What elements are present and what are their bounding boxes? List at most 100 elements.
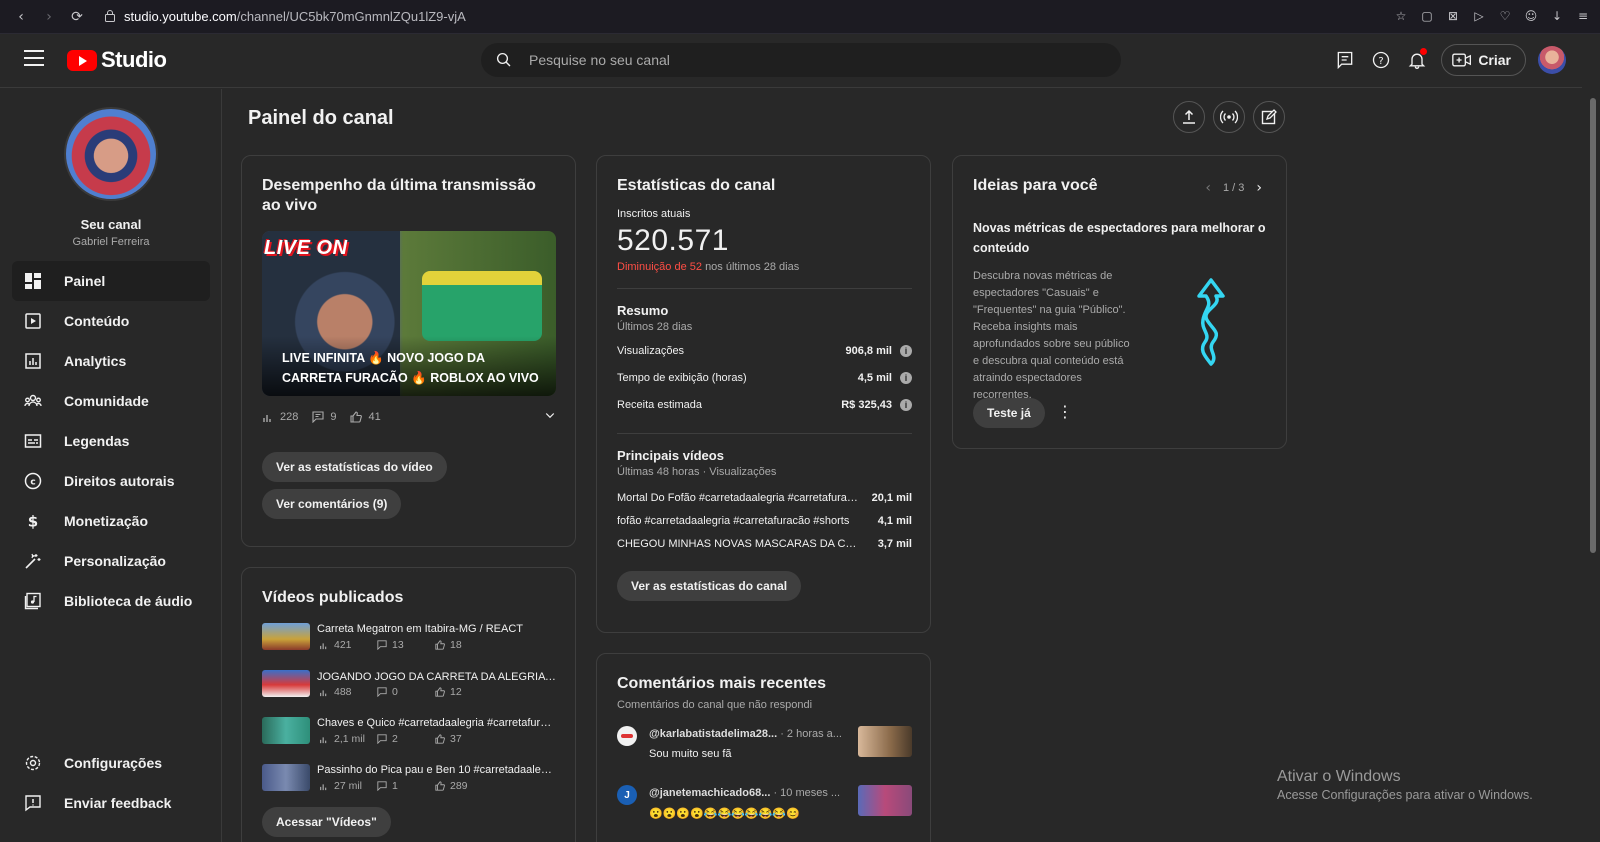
comment-text: Sou muito seu fã <box>649 748 732 760</box>
scrollbar-thumb[interactable] <box>1590 98 1596 553</box>
try-now-button[interactable]: Teste já <box>973 398 1045 428</box>
video-item[interactable]: JOGANDO JOGO DA CARRETA DA ALEGRIA 🔥 ROB… <box>262 670 562 700</box>
bookmark-icon[interactable]: ☆ <box>1392 7 1410 25</box>
notifications-icon[interactable] <box>1405 48 1429 72</box>
sidebar-item-label: Legendas <box>64 433 130 449</box>
sidebar-item-monetizacao[interactable]: $ Monetização <box>12 501 210 541</box>
sidebar-item-configuracoes[interactable]: Configurações <box>12 743 210 783</box>
video-thumbnail <box>262 717 310 744</box>
views-count: 421 <box>334 639 352 651</box>
channel-avatar[interactable] <box>64 107 158 201</box>
likes-stat: 37 <box>435 733 462 745</box>
views-count: 2,1 mil <box>334 733 365 745</box>
page-scrollbar[interactable] <box>1582 88 1600 842</box>
live-thumbnail[interactable]: LIVE ON LIVE INFINITA 🔥 NOVO JOGO DA CAR… <box>262 231 556 396</box>
comment-video-thumbnail <box>858 785 912 816</box>
heart-icon[interactable]: ♡ <box>1496 7 1514 25</box>
sidebar-item-legendas[interactable]: Legendas <box>12 421 210 461</box>
sidebar-item-personalizacao[interactable]: Personalização <box>12 541 210 581</box>
channel-stats-button[interactable]: Ver as estatísticas do canal <box>617 571 802 601</box>
video-thumbnail <box>262 623 310 650</box>
chevron-right-icon[interactable]: › <box>1256 180 1262 196</box>
video-title: JOGANDO JOGO DA CARRETA DA ALEGRIA 🔥 ROB… <box>317 671 557 683</box>
likes-count: 37 <box>450 733 462 745</box>
reload-icon[interactable]: ⟳ <box>68 8 86 26</box>
chevron-left-icon[interactable]: ‹ <box>1205 180 1211 196</box>
create-post-button[interactable] <box>1253 101 1285 133</box>
shield-icon[interactable]: ⊠ <box>1444 7 1462 25</box>
top-video-row[interactable]: fofão #carretadaalegria #carretafuracão … <box>617 515 912 527</box>
likes-count: 12 <box>450 686 462 698</box>
comment-item[interactable]: J @janetemachicado68... · 10 meses ... 😮… <box>617 785 912 825</box>
video-item[interactable]: Carreta Megatron em Itabira-MG / REACT 4… <box>262 623 562 653</box>
sidebar: Seu canal Gabriel Ferreira Painel Conteú… <box>0 89 222 842</box>
subscribers-change-value: Diminuição de 52 <box>617 261 702 273</box>
subscribers-change: Diminuição de 52 nos últimos 28 dias <box>617 261 799 273</box>
chevron-down-icon[interactable] <box>544 409 556 421</box>
sidebar-item-analytics[interactable]: Analytics <box>12 341 210 381</box>
account-icon[interactable]: ☺ <box>1522 7 1540 25</box>
sidebar-bottom-nav: Configurações Enviar feedback <box>12 743 210 823</box>
studio-logo[interactable]: Studio <box>67 47 167 73</box>
address-bar[interactable]: studio.youtube.com/channel/UC5bk70mGnmnl… <box>104 9 466 25</box>
channel-name: Gabriel Ferreira <box>72 236 150 248</box>
back-icon[interactable]: ‹ <box>12 8 30 26</box>
screenshot-icon[interactable]: ▢ <box>1418 7 1436 25</box>
go-live-button[interactable] <box>1213 101 1245 133</box>
upload-button[interactable] <box>1173 101 1205 133</box>
video-item[interactable]: Passinho do Pica pau e Ben 10 #carretada… <box>262 764 562 794</box>
info-icon[interactable]: i <box>900 345 912 357</box>
go-to-videos-button[interactable]: Acessar "Vídeos" <box>262 807 391 837</box>
video-item[interactable]: Chaves e Quico #carretadaalegria #carret… <box>262 717 562 747</box>
views-stat: 2,1 mil <box>319 733 377 745</box>
windows-activation-watermark: Ativar o Windows Acesse Configurações pa… <box>1277 768 1533 802</box>
divider <box>617 433 912 434</box>
top-video-row[interactable]: Mortal Do Fofão #carretadaalegria #carre… <box>617 492 912 504</box>
sidebar-item-comunidade[interactable]: Comunidade <box>12 381 210 421</box>
sidebar-item-painel[interactable]: Painel <box>12 261 210 301</box>
search-icon <box>496 52 511 67</box>
likes-stat: 18 <box>435 639 462 651</box>
sidebar-item-biblioteca-de-audio[interactable]: Biblioteca de áudio <box>12 581 210 621</box>
comments-stat: 2 <box>377 733 435 745</box>
play-icon[interactable]: ▷ <box>1470 7 1488 25</box>
dashboard-actions <box>1173 101 1285 133</box>
analytics-icon <box>25 353 41 369</box>
subscribers-change-period: nos últimos 28 dias <box>705 261 800 273</box>
messages-icon[interactable] <box>1333 48 1357 72</box>
video-title: Passinho do Pica pau e Ben 10 #carretada… <box>317 764 557 776</box>
comments-subtitle: Comentários do canal que não respondi <box>617 699 813 711</box>
search-bar[interactable] <box>481 43 1121 77</box>
live-comments-button[interactable]: Ver comentários (9) <box>262 489 402 519</box>
top-video-row[interactable]: CHEGOU MINHAS NOVAS MASCARAS DA CARRETA … <box>617 538 912 550</box>
more-options-icon[interactable]: ⋮ <box>1057 402 1073 421</box>
account-avatar[interactable] <box>1538 46 1566 74</box>
menu-icon[interactable]: ≡ <box>1574 7 1592 25</box>
card-title: Desempenho da última transmissão ao vivo <box>262 177 536 214</box>
sidebar-item-enviar-feedback[interactable]: Enviar feedback <box>12 783 210 823</box>
bar-chart-icon <box>263 415 271 422</box>
create-button[interactable]: Criar <box>1441 44 1526 76</box>
forward-icon[interactable]: › <box>40 8 58 26</box>
likes-stat: 289 <box>435 780 468 792</box>
comments-stat: 13 <box>377 639 435 651</box>
magic-wand-icon <box>25 553 41 569</box>
info-icon[interactable]: i <box>900 372 912 384</box>
help-icon[interactable]: ? <box>1369 48 1393 72</box>
sidebar-item-label: Biblioteca de áudio <box>64 593 193 609</box>
info-icon[interactable]: i <box>900 399 912 411</box>
download-icon[interactable]: ↓ <box>1548 7 1566 25</box>
idea-title: Novas métricas de espectadores para melh… <box>973 221 1266 255</box>
comment-item[interactable]: @karlabatistadelima28... · 2 horas a... … <box>617 726 912 766</box>
video-thumbnail <box>262 764 310 791</box>
live-stats-button[interactable]: Ver as estatísticas do vídeo <box>262 452 447 482</box>
sidebar-item-label: Enviar feedback <box>64 795 172 811</box>
hamburger-menu-icon[interactable] <box>24 50 44 68</box>
video-stats: 421 13 18 <box>319 639 462 651</box>
sidebar-item-conteudo[interactable]: Conteúdo <box>12 301 210 341</box>
comments-count: 2 <box>392 733 398 745</box>
comment-icon <box>377 640 387 650</box>
sidebar-item-direitos-autorais[interactable]: c Direitos autorais <box>12 461 210 501</box>
lock-icon <box>104 9 116 25</box>
search-input[interactable] <box>529 52 1089 68</box>
